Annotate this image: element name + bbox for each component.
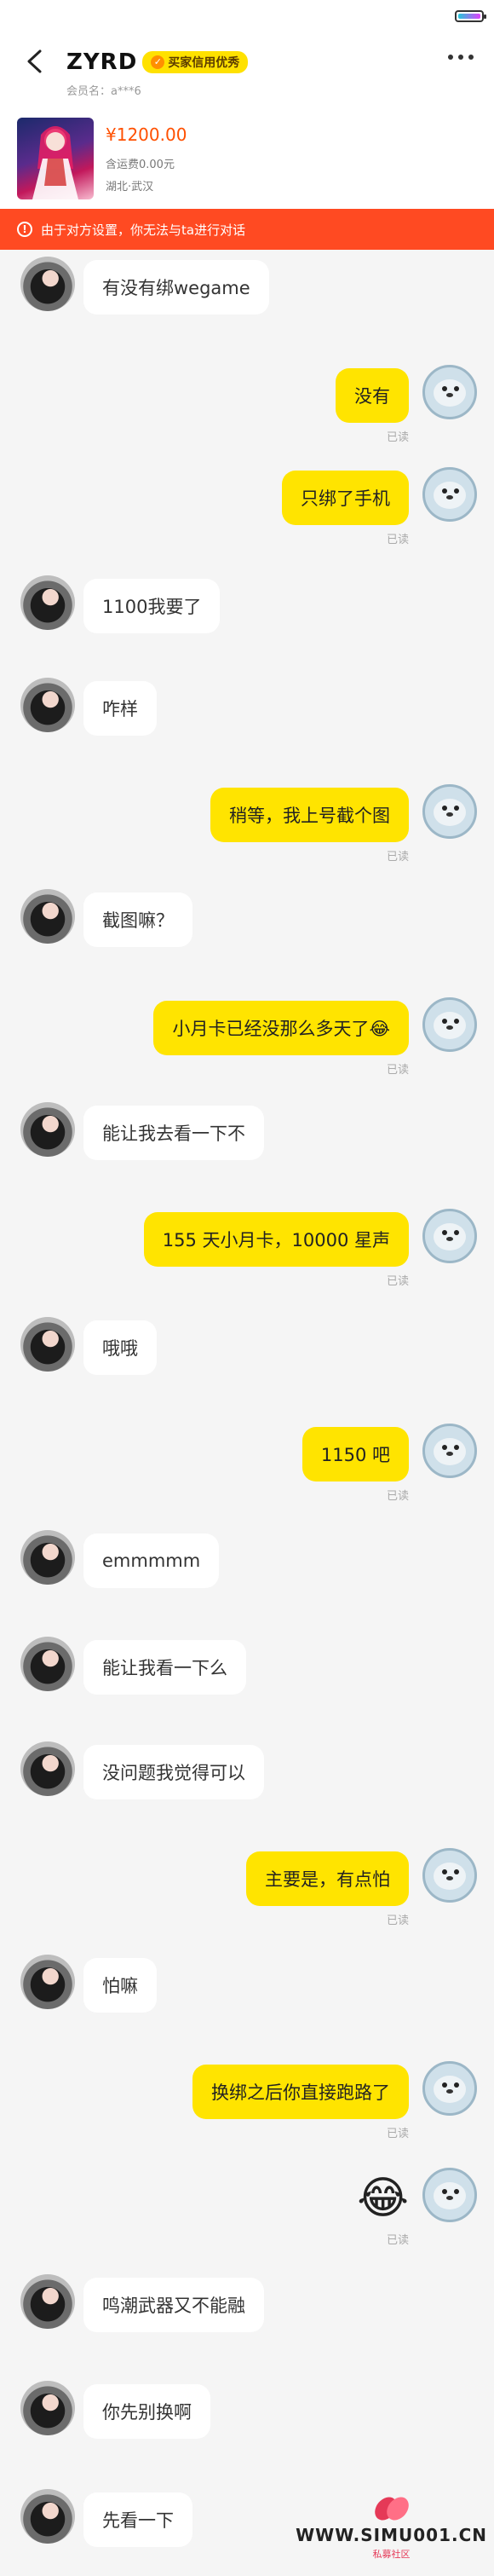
buyer-avatar[interactable] xyxy=(20,1741,75,1796)
credit-icon: ✓ xyxy=(151,55,165,69)
seller-avatar[interactable] xyxy=(422,1848,477,1903)
seller-avatar[interactable] xyxy=(422,997,477,1052)
message-bubble[interactable]: 能让我去看一下不 xyxy=(83,1106,264,1160)
read-receipt: 已读 xyxy=(386,2234,409,2247)
freight-info: 含运费0.00元 xyxy=(106,159,175,171)
read-receipt: 已读 xyxy=(386,1064,409,1077)
seller-avatar[interactable] xyxy=(422,467,477,522)
message-bubble[interactable]: 鸣潮武器又不能融 xyxy=(83,2278,264,2332)
seller-avatar[interactable] xyxy=(422,1424,477,1478)
message-bubble[interactable]: 没有 xyxy=(336,368,409,423)
info-icon: ! xyxy=(17,222,32,237)
seller-avatar[interactable] xyxy=(422,365,477,419)
credit-badge: ✓ 买家信用优秀 xyxy=(142,51,249,73)
buyer-avatar[interactable] xyxy=(20,1955,75,2009)
notice-text: 由于对方设置，你无法与ta进行对话 xyxy=(41,222,246,238)
message-bubble[interactable]: 先看一下 xyxy=(83,2492,192,2547)
buyer-avatar[interactable] xyxy=(20,1102,75,1157)
chevron-left-icon xyxy=(27,49,42,73)
message-bubble[interactable]: 1100我要了 xyxy=(83,579,221,633)
seller-location: 湖北·武汉 xyxy=(106,181,154,193)
message-bubble[interactable]: 能让我看一下么 xyxy=(83,1640,246,1695)
read-receipt: 已读 xyxy=(386,1915,409,1927)
seller-avatar[interactable] xyxy=(422,784,477,839)
chat-header: ZYRD ✓ 买家信用优秀 会员名：a***6 xyxy=(0,34,494,111)
read-receipt: 已读 xyxy=(386,1490,409,1503)
buyer-avatar[interactable] xyxy=(20,1637,75,1691)
message-bubble[interactable]: 怕嘛 xyxy=(83,1958,157,2013)
buyer-avatar[interactable] xyxy=(20,2274,75,2329)
read-receipt: 已读 xyxy=(386,431,409,444)
buyer-avatar[interactable] xyxy=(20,1317,75,1372)
message-bubble[interactable]: 主要是，有点怕 xyxy=(246,1851,409,1906)
buyer-avatar[interactable] xyxy=(20,2381,75,2435)
status-bar xyxy=(0,0,494,34)
message-bubble[interactable]: 咋样 xyxy=(83,681,157,736)
seller-avatar[interactable] xyxy=(422,2061,477,2116)
seller-avatar[interactable] xyxy=(422,2168,477,2222)
message-bubble[interactable]: 只绑了手机 xyxy=(282,471,409,525)
buyer-avatar[interactable] xyxy=(20,678,75,732)
notice-banner: ! 由于对方设置，你无法与ta进行对话 xyxy=(0,209,494,250)
more-options-button[interactable] xyxy=(448,55,474,60)
battery-icon xyxy=(455,10,486,22)
buyer-avatar[interactable] xyxy=(20,889,75,944)
message-bubble[interactable]: 没问题我觉得可以 xyxy=(83,1745,264,1799)
member-name: 会员名：a***6 xyxy=(66,85,141,98)
buyer-avatar[interactable] xyxy=(20,575,75,630)
buyer-avatar[interactable] xyxy=(20,257,75,311)
buyer-avatar[interactable] xyxy=(20,2489,75,2544)
buyer-avatar[interactable] xyxy=(20,1530,75,1585)
back-button[interactable] xyxy=(19,46,49,77)
product-price: ¥1200.00 xyxy=(106,124,187,145)
product-thumbnail[interactable] xyxy=(17,118,94,199)
message-bubble[interactable]: 😂 xyxy=(357,2171,409,2226)
more-dot-icon xyxy=(468,55,474,60)
read-receipt: 已读 xyxy=(386,534,409,546)
message-bubble[interactable]: 稍等，我上号截个图 xyxy=(210,788,409,842)
message-bubble[interactable]: 有没有绑wegame xyxy=(83,260,269,315)
more-dot-icon xyxy=(448,55,453,60)
watermark-logo-icon xyxy=(368,2492,416,2525)
watermark-text: WWW.SIMU001.CN xyxy=(296,2525,487,2545)
watermark-subtext: 私募社区 xyxy=(372,2549,411,2560)
read-receipt: 已读 xyxy=(386,1275,409,1288)
message-bubble[interactable]: emmmmm xyxy=(83,1533,220,1588)
message-bubble[interactable]: 155 天小月卡，10000 星声 xyxy=(143,1212,409,1267)
message-bubble[interactable]: 1150 吧 xyxy=(302,1427,409,1481)
more-dot-icon xyxy=(458,55,463,60)
message-bubble[interactable]: 换绑之后你直接跑路了 xyxy=(192,2065,409,2119)
credit-badge-label: 买家信用优秀 xyxy=(168,56,240,70)
read-receipt: 已读 xyxy=(386,2128,409,2140)
message-bubble[interactable]: 截图嘛？ xyxy=(83,892,192,947)
seller-avatar[interactable] xyxy=(422,1209,477,1263)
message-bubble[interactable]: 哦哦 xyxy=(83,1320,157,1375)
contact-name: ZYRD xyxy=(66,49,138,75)
message-bubble[interactable]: 小月卡已经没那么多天了😂 xyxy=(153,1001,409,1055)
message-bubble[interactable]: 你先别换啊 xyxy=(83,2384,210,2439)
watermark: WWW.SIMU001.CN 私募社区 xyxy=(296,2492,487,2561)
product-card[interactable]: ¥1200.00 含运费0.00元 湖北·武汉 xyxy=(0,111,494,209)
read-receipt: 已读 xyxy=(386,851,409,863)
